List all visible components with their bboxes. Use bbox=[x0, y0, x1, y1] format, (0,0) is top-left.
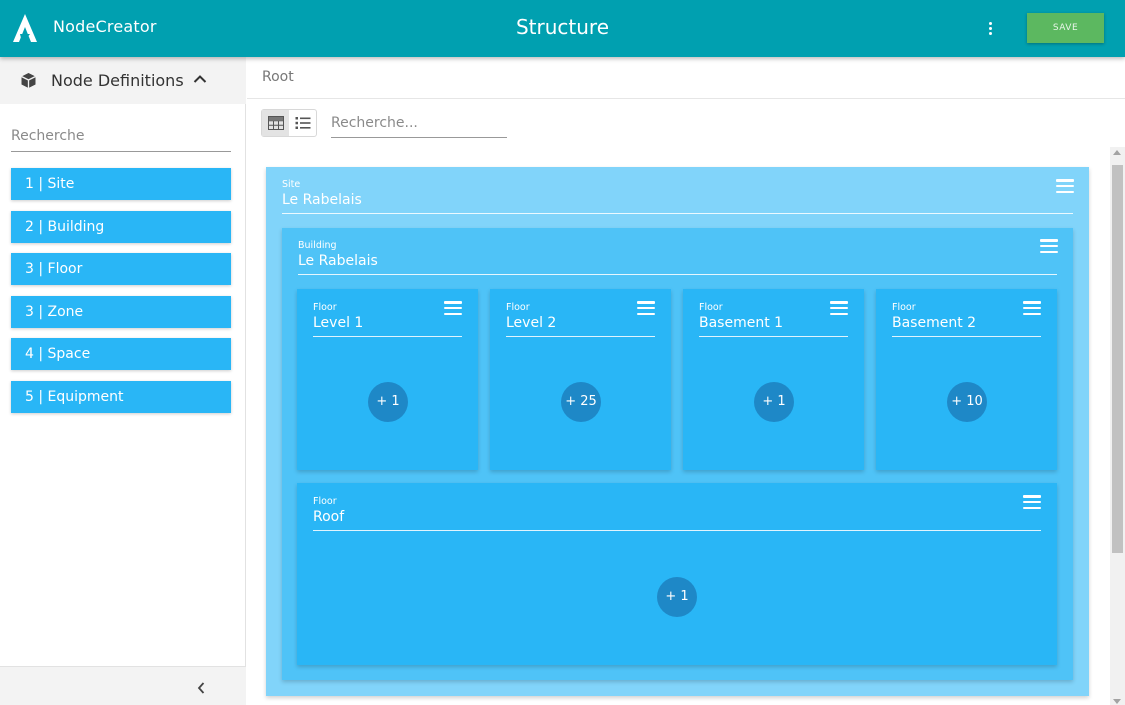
menu-icon[interactable] bbox=[1056, 179, 1074, 193]
cube-icon bbox=[21, 73, 36, 88]
child-count-badge[interactable]: + 10 bbox=[947, 382, 987, 422]
definition-item-equipment[interactable]: 5 | Equipment bbox=[11, 380, 231, 413]
vertical-scrollbar[interactable] bbox=[1110, 147, 1125, 705]
list-icon bbox=[295, 117, 310, 129]
definition-item-site[interactable]: 1 | Site bbox=[11, 168, 231, 200]
menu-icon[interactable] bbox=[1040, 239, 1058, 253]
menu-icon[interactable] bbox=[444, 301, 462, 315]
menu-icon[interactable] bbox=[1023, 301, 1041, 315]
definition-item-space[interactable]: 4 | Space bbox=[11, 338, 231, 370]
node-divider bbox=[282, 213, 1073, 214]
floor-node-level-2[interactable]: Floor Level 2 + 25 bbox=[490, 289, 671, 470]
breadcrumb-root[interactable]: Root bbox=[262, 69, 294, 85]
definition-item-building[interactable]: 2 | Building bbox=[11, 210, 231, 243]
more-options-icon[interactable] bbox=[978, 17, 1002, 39]
menu-icon[interactable] bbox=[1023, 495, 1041, 509]
chevron-left-icon[interactable] bbox=[196, 681, 206, 695]
save-button[interactable]: SAVE bbox=[1027, 13, 1104, 43]
grid-view-button[interactable] bbox=[262, 110, 289, 136]
node-definitions-header[interactable]: Node Definitions bbox=[0, 57, 246, 104]
sidebar-title: Node Definitions bbox=[51, 71, 184, 90]
menu-icon[interactable] bbox=[830, 301, 848, 315]
node-type-label: Floor bbox=[699, 302, 723, 313]
node-divider bbox=[506, 336, 655, 337]
node-divider bbox=[892, 336, 1041, 337]
node-divider bbox=[313, 336, 462, 337]
sidebar-footer bbox=[0, 666, 246, 705]
definition-item-floor[interactable]: 3 | Floor bbox=[11, 253, 231, 285]
node-name: Basement 1 bbox=[699, 315, 784, 331]
child-count-badge[interactable]: + 1 bbox=[657, 577, 697, 617]
node-name: Level 2 bbox=[506, 315, 557, 331]
scroll-up-arrow-icon[interactable] bbox=[1113, 150, 1121, 155]
node-name: Le Rabelais bbox=[282, 192, 362, 208]
floor-node-level-1[interactable]: Floor Level 1 + 1 bbox=[297, 289, 478, 470]
structure-search-input[interactable] bbox=[331, 109, 507, 138]
breadcrumb: Root bbox=[247, 57, 1125, 99]
floor-node-basement-1[interactable]: Floor Basement 1 + 1 bbox=[683, 289, 864, 470]
child-count-badge[interactable]: + 1 bbox=[368, 382, 408, 422]
page-title: Structure bbox=[515, 15, 610, 39]
child-count-badge[interactable]: + 25 bbox=[561, 382, 601, 422]
node-type-label: Floor bbox=[506, 302, 530, 313]
floor-node-basement-2[interactable]: Floor Basement 2 + 10 bbox=[876, 289, 1057, 470]
app-name: NodeCreator bbox=[53, 17, 157, 36]
view-toggle bbox=[261, 109, 317, 137]
nodecreator-logo-icon bbox=[13, 14, 37, 42]
sidebar: Node Definitions 1 | Site 2 | Building 3… bbox=[0, 57, 246, 705]
definition-item-zone[interactable]: 3 | Zone bbox=[11, 295, 231, 328]
node-type-label: Floor bbox=[892, 302, 916, 313]
node-name: Le Rabelais bbox=[298, 253, 378, 269]
node-type-label: Floor bbox=[313, 496, 337, 507]
child-count-badge[interactable]: + 1 bbox=[754, 382, 794, 422]
scroll-down-arrow-icon[interactable] bbox=[1113, 699, 1121, 704]
node-type-label: Floor bbox=[313, 302, 337, 313]
top-app-bar: NodeCreator Structure SAVE bbox=[0, 0, 1125, 57]
node-name: Roof bbox=[313, 509, 345, 525]
list-view-button[interactable] bbox=[289, 110, 316, 136]
node-divider bbox=[699, 336, 848, 337]
node-divider bbox=[313, 530, 1041, 531]
node-name: Basement 2 bbox=[892, 315, 977, 331]
floor-node-roof[interactable]: Floor Roof + 1 bbox=[297, 483, 1057, 665]
definition-list: 1 | Site 2 | Building 3 | Floor 3 | Zone… bbox=[11, 168, 231, 423]
node-divider bbox=[298, 274, 1057, 275]
scroll-thumb[interactable] bbox=[1112, 165, 1123, 553]
grid-icon bbox=[267, 116, 284, 130]
node-name: Level 1 bbox=[313, 315, 364, 331]
node-type-label: Building bbox=[298, 240, 337, 251]
node-type-label: Site bbox=[282, 179, 301, 190]
menu-icon[interactable] bbox=[637, 301, 655, 315]
chevron-up-icon[interactable] bbox=[193, 74, 207, 84]
definition-search-input[interactable] bbox=[11, 120, 231, 152]
